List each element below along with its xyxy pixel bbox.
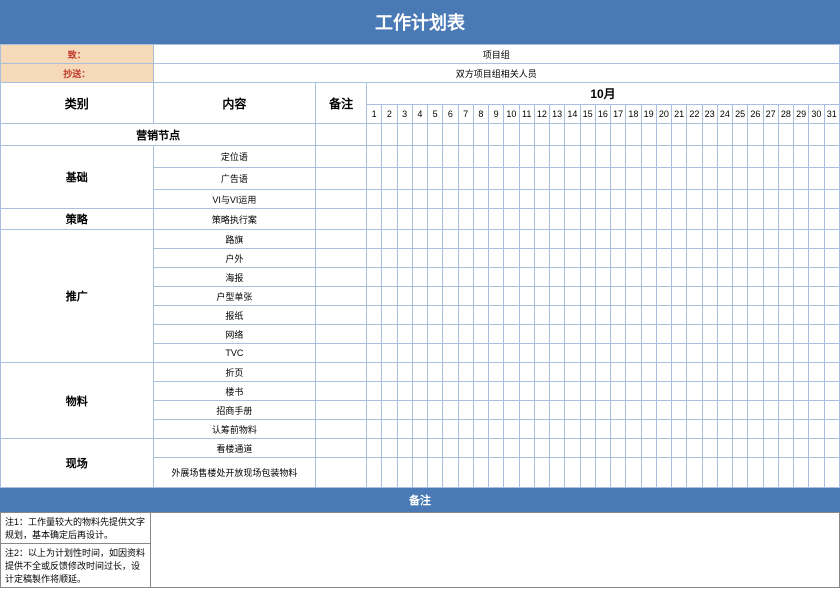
day-cell: 19 xyxy=(641,105,656,124)
content-cell: 定位语 xyxy=(153,146,316,168)
day-cell: 9 xyxy=(489,105,504,124)
day-cell: 20 xyxy=(656,105,671,124)
page-title: 工作计划表 xyxy=(0,0,840,44)
content-cell: 户外 xyxy=(153,249,316,268)
day-cell: 25 xyxy=(733,105,748,124)
cat-promo: 推广 xyxy=(1,230,154,363)
day-cell: 2 xyxy=(382,105,397,124)
day-cell: 5 xyxy=(428,105,443,124)
day-cell: 31 xyxy=(824,105,839,124)
day-cell: 28 xyxy=(778,105,793,124)
content-cell: 认筹前物料 xyxy=(153,420,316,439)
content-cell: 招商手册 xyxy=(153,401,316,420)
content-cell: 折页 xyxy=(153,363,316,382)
day-cell: 15 xyxy=(580,105,595,124)
section-marketing: 营销节点 xyxy=(1,124,316,146)
col-content: 内容 xyxy=(153,83,316,124)
day-cell: 24 xyxy=(717,105,732,124)
day-cell: 14 xyxy=(565,105,580,124)
cat-material: 物料 xyxy=(1,363,154,439)
cc-label: 抄送： xyxy=(1,64,154,83)
cat-site: 现场 xyxy=(1,439,154,488)
day-cell: 12 xyxy=(534,105,549,124)
content-cell: 外展场售楼处开放现场包装物料 xyxy=(153,458,316,488)
day-cell: 17 xyxy=(611,105,626,124)
month-header: 10月 xyxy=(367,83,840,105)
note2: 注2：以上为计划性时间，如因资料提供不全或反馈修改时间过长，设计定稿製作将顺延。 xyxy=(1,544,151,588)
col-remark: 备注 xyxy=(316,83,367,124)
day-cell: 22 xyxy=(687,105,702,124)
notes-table: 注1：工作量较大的物料先提供文字规划，基本确定后再设计。 注2：以上为计划性时间… xyxy=(0,512,840,588)
day-cell: 29 xyxy=(794,105,809,124)
day-cell: 10 xyxy=(504,105,519,124)
day-cell: 21 xyxy=(672,105,687,124)
to-label: 致： xyxy=(1,45,154,64)
day-cell: 16 xyxy=(595,105,610,124)
day-cell: 1 xyxy=(367,105,382,124)
content-cell: 策略执行案 xyxy=(153,209,316,230)
cc-value: 双方项目组相关人员 xyxy=(153,64,839,83)
content-cell: 看楼通道 xyxy=(153,439,316,458)
day-cell: 7 xyxy=(458,105,473,124)
note1: 注1：工作量较大的物料先提供文字规划，基本确定后再设计。 xyxy=(1,513,151,544)
content-cell: 楼书 xyxy=(153,382,316,401)
cat-basic: 基础 xyxy=(1,146,154,209)
day-cell: 3 xyxy=(397,105,412,124)
content-cell: 网络 xyxy=(153,325,316,344)
footer-label: 备注 xyxy=(0,488,840,512)
plan-table: 致： 项目组 抄送： 双方项目组相关人员 类别 内容 备注 10月 1 2 3 … xyxy=(0,44,840,488)
day-cell: 18 xyxy=(626,105,641,124)
content-cell: VI与VI运用 xyxy=(153,190,316,209)
content-cell: 广告语 xyxy=(153,168,316,190)
content-cell: 路旗 xyxy=(153,230,316,249)
day-cell: 11 xyxy=(519,105,534,124)
content-cell: 户型单张 xyxy=(153,287,316,306)
day-cell: 8 xyxy=(473,105,488,124)
to-value: 项目组 xyxy=(153,45,839,64)
content-cell: 海报 xyxy=(153,268,316,287)
content-cell: 报纸 xyxy=(153,306,316,325)
day-cell: 30 xyxy=(809,105,824,124)
col-category: 类别 xyxy=(1,83,154,124)
day-cell: 27 xyxy=(763,105,778,124)
day-cell: 23 xyxy=(702,105,717,124)
content-cell: TVC xyxy=(153,344,316,363)
day-cell: 13 xyxy=(550,105,565,124)
day-cell: 6 xyxy=(443,105,458,124)
day-cell: 4 xyxy=(412,105,427,124)
cat-strategy: 策略 xyxy=(1,209,154,230)
day-cell: 26 xyxy=(748,105,763,124)
